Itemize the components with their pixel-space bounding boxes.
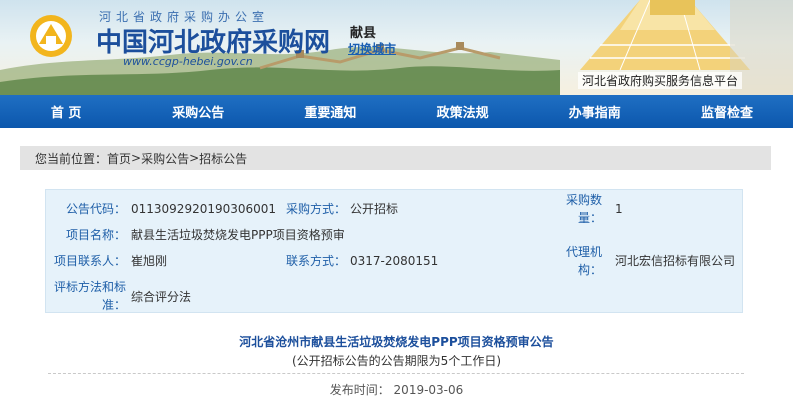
contact-label: 项目联系人： <box>53 254 126 268</box>
agency-label-line1: 代理机 <box>565 245 602 259</box>
method-label: 采购方式： <box>285 202 346 216</box>
nav-guide[interactable]: 办事指南 <box>529 102 661 121</box>
evaluation-label-line1: 评标方法和标 <box>53 280 126 294</box>
publish-time: 发布时间： 2019-03-06 <box>0 381 793 398</box>
main-nav: 首 页 采购公告 重要通知 政策法规 办事指南 监督检查 <box>0 95 793 128</box>
agency-label-line2: 构： <box>577 263 602 277</box>
breadcrumb-separator: > <box>189 151 200 165</box>
evaluation-value: 综合评分法 <box>131 290 192 304</box>
notice-title: 河北省沧州市献县生活垃圾焚烧发电PPP项目资格预审公告 <box>239 335 554 349</box>
publish-label: 发布时间： <box>329 383 390 397</box>
quantity-label-line2: 量： <box>577 211 602 225</box>
site-title: 中国河北政府采购网 <box>96 28 331 58</box>
evaluation-label-line2: 准： <box>101 298 126 312</box>
breadcrumb: 您当前位置： 首页 > 采购公告 > 招标公告 <box>20 146 771 170</box>
header-banner: 河北省政府采购办公室 中国河北政府采购网 www.ccgp-hebei.gov.… <box>0 0 793 95</box>
agency-value: 河北宏信招标有限公司 <box>615 254 736 268</box>
project-info-panel: 公告代码： 0113092920190306001 采购方式： 公开招标 采购数… <box>45 189 743 313</box>
divider <box>48 373 744 374</box>
breadcrumb-section[interactable]: 采购公告 <box>141 150 189 167</box>
project-name-value: 献县生活垃圾焚烧发电PPP项目资格预审 <box>131 228 345 242</box>
phone-value: 0317-2080151 <box>350 254 439 268</box>
nav-important-notices[interactable]: 重要通知 <box>264 102 396 121</box>
quantity-value: 1 <box>615 202 623 216</box>
switch-city-link[interactable]: 切换城市 <box>348 40 396 57</box>
breadcrumb-lead: 您当前位置： <box>35 151 108 166</box>
breadcrumb-home[interactable]: 首页 <box>107 150 131 167</box>
hebei-procurement-logo <box>30 15 72 57</box>
evaluation-label: 评标方法和标 准： <box>50 279 126 313</box>
platform-name: 河北省政府购买服务信息平台 <box>578 72 743 89</box>
project-name-label: 项目名称： <box>65 228 126 242</box>
breadcrumb-current: 招标公告 <box>199 151 248 166</box>
agency-label: 代理机 构： <box>546 244 602 278</box>
contact-value: 崔旭刚 <box>131 254 168 268</box>
quantity-label-line1: 采购数 <box>565 193 602 207</box>
quantity-label: 采购数 量： <box>546 192 602 226</box>
notice-code-value: 0113092920190306001 <box>131 202 277 216</box>
nav-policies[interactable]: 政策法规 <box>397 102 529 121</box>
nav-home[interactable]: 首 页 <box>0 102 132 121</box>
notice-code-label: 公告代码： <box>65 202 126 216</box>
nav-supervision[interactable]: 监督检查 <box>661 102 793 121</box>
breadcrumb-separator: > <box>131 151 142 165</box>
site-url: www.ccgp-hebei.gov.cn <box>123 55 253 68</box>
notice-subtitle: (公开招标公告的公告期限为5个工作日) <box>292 354 501 368</box>
method-value: 公开招标 <box>350 202 399 216</box>
nav-procurement-notices[interactable]: 采购公告 <box>132 102 264 121</box>
phone-label: 联系方式： <box>285 254 346 268</box>
publish-date: 2019-03-06 <box>393 383 464 397</box>
current-region: 献县 <box>350 26 377 41</box>
